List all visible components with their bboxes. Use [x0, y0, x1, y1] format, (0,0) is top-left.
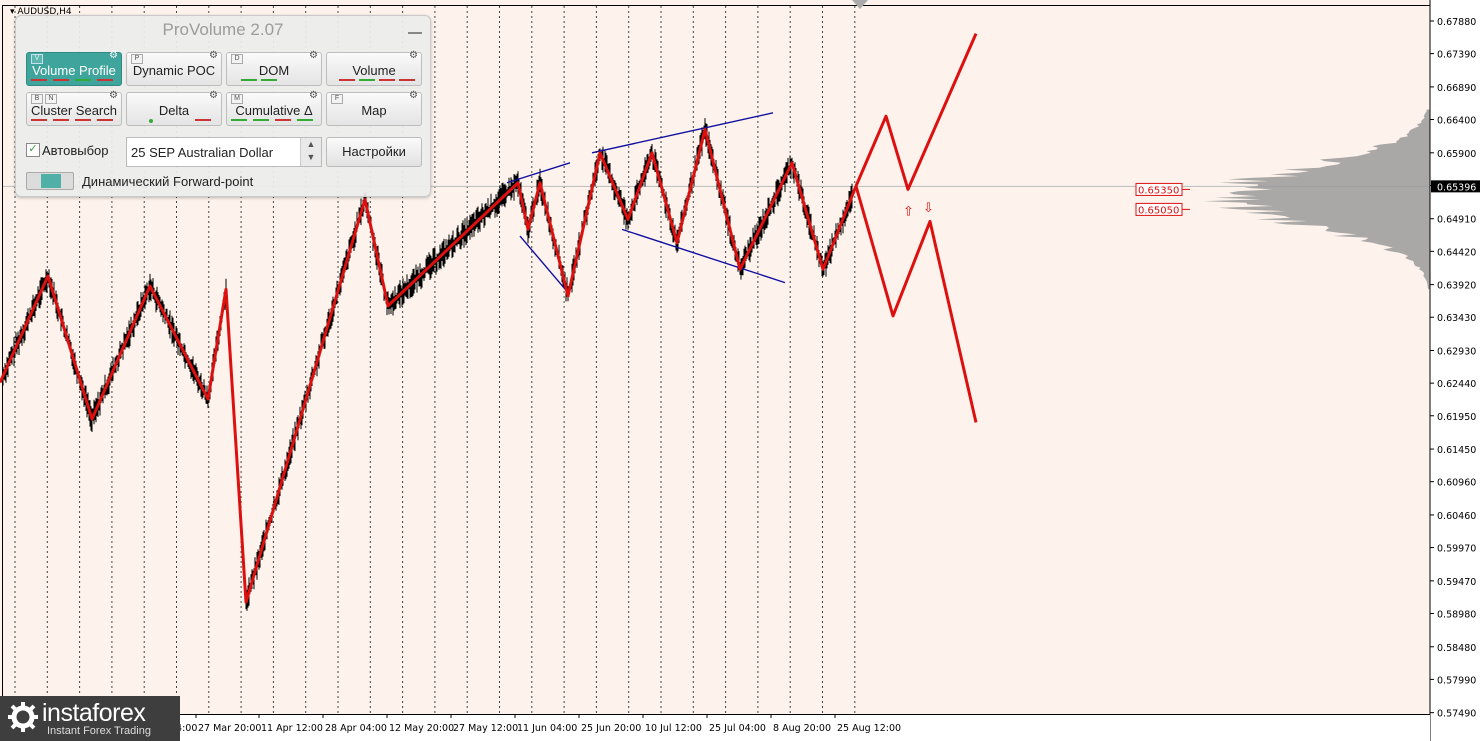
price-tick-label: 0.63920 [1437, 281, 1476, 292]
tool-cluster-search-button[interactable]: B N ⚙ Cluster Search [26, 90, 122, 126]
price-tick-label: 0.57490 [1437, 709, 1476, 720]
panel-title: ProVolume 2.07 [162, 20, 284, 39]
price-tick-label: 0.66890 [1437, 83, 1476, 94]
forward-point-toggle[interactable] [26, 172, 74, 190]
forward-point-label: Динамический Forward-point [82, 174, 254, 189]
tool-delta-button[interactable]: ⚙ Delta [126, 90, 222, 126]
auto-select-label: Автовыбор [42, 143, 109, 158]
tool-indicator-bar [131, 79, 217, 82]
price-tick-label: 0.60960 [1437, 478, 1476, 489]
tool-dynamic-poc-button[interactable]: P ⚙ Dynamic POC [126, 50, 222, 86]
logo-gear-icon [8, 702, 38, 732]
tool-indicator-bar [31, 119, 117, 122]
tool-label: Cumulative Δ [235, 103, 313, 118]
tool-volume-button[interactable]: ⚙ Volume [326, 50, 422, 86]
price-tick-label: 0.59470 [1437, 577, 1476, 588]
minimize-button[interactable] [408, 18, 422, 34]
price-tick-label: 0.62930 [1437, 347, 1476, 358]
auto-select-checkbox[interactable]: ✓ [26, 143, 40, 157]
gear-icon[interactable]: ⚙ [309, 50, 318, 61]
price-tick-label: 0.67880 [1437, 17, 1476, 28]
gear-icon[interactable]: ⚙ [209, 50, 218, 61]
time-axis: 27 Mar 20:00 11 Apr 12:00 28 Apr 04:00 12 M… [0, 714, 1430, 741]
price-axis: 0.678800.673900.668900.664000.659000.654… [1429, 0, 1480, 741]
tool-indicator-bar [231, 119, 317, 122]
instaforex-logo: instaforex Instant Forex Trading [0, 696, 180, 741]
price-tick-label: 0.61950 [1437, 412, 1476, 423]
tool-cumulative-button[interactable]: M ⚙ Cumulative Δ [226, 90, 322, 126]
time-tick-label: 25 Jul 04:00 [709, 723, 766, 734]
select-arrows-icon[interactable]: ▲ ▼ [300, 138, 321, 166]
provolume-panel[interactable]: ProVolume 2.07 V ⚙ Volume Profile P ⚙ Dynamic… [15, 15, 431, 197]
time-tick-label: 8 Aug 20:00 [773, 723, 831, 734]
price-tick-label: 0.62440 [1437, 379, 1476, 390]
gear-icon[interactable]: ⚙ [209, 90, 218, 101]
instrument-select[interactable]: 25 SEP Australian Dollar ▲ ▼ [126, 137, 322, 167]
time-tick-label: 10 Jul 12:00 [645, 723, 702, 734]
time-tick-label: 25 Jun 20:00 [581, 723, 641, 734]
price-tick-label: 0.66400 [1437, 116, 1476, 127]
tool-dom-button[interactable]: D ⚙ DOM [226, 50, 322, 86]
level-label: 0.65050 [1138, 205, 1179, 216]
tool-label: Volume [352, 63, 396, 78]
tool-label: Cluster Search [31, 103, 117, 118]
gear-icon[interactable]: ⚙ [109, 50, 118, 61]
gear-icon[interactable]: ⚙ [409, 50, 418, 61]
tool-map-button[interactable]: F ⚙ Map [326, 90, 422, 126]
price-tick-label: 0.65900 [1437, 149, 1476, 160]
tool-indicator-bar [331, 79, 417, 82]
time-tick-label: 12 May 20:00 [389, 723, 454, 734]
time-tick-label: 25 Aug 12:00 [837, 723, 901, 734]
price-tick-label: 0.60460 [1437, 511, 1476, 522]
signal-up-arrow-icon: ⇧ [903, 204, 914, 219]
price-tick-label: 0.58480 [1437, 643, 1476, 654]
price-tick-label: 0.64420 [1437, 247, 1476, 258]
tool-label: Map [361, 103, 387, 118]
tool-indicator-bar [131, 119, 217, 123]
price-tick-label: 0.61450 [1437, 445, 1476, 456]
level-label: 0.65350 [1138, 185, 1179, 196]
price-tick-label: 0.58980 [1437, 609, 1476, 620]
tool-volume-profile-button[interactable]: V ⚙ Volume Profile [26, 50, 122, 86]
price-tick-label: 0.59970 [1437, 544, 1476, 555]
tool-label: Dynamic POC [132, 63, 216, 78]
tool-label: Delta [158, 103, 190, 118]
time-tick-label: 11 Jun 04:00 [517, 723, 577, 734]
instrument-value: 25 SEP Australian Dollar [131, 145, 274, 160]
time-tick-label: 28 Apr 04:00 [325, 723, 387, 734]
price-tick-label: 0.67390 [1437, 50, 1476, 61]
current-price-label: 0.65396 [1437, 182, 1476, 193]
settings-button[interactable]: Настройки [326, 137, 422, 167]
tool-indicator-bar [331, 119, 417, 122]
tool-label: DOM [258, 63, 290, 78]
logo-name: instaforex [42, 699, 146, 727]
time-tick-label: 11 Apr 12:00 [261, 723, 323, 734]
tool-label: Volume Profile [32, 63, 116, 78]
price-tick-label: 0.57990 [1437, 675, 1476, 686]
time-tick-label: 27 May 12:00 [453, 723, 518, 734]
price-tick-label: 0.64910 [1437, 215, 1476, 226]
toggle-knob [41, 174, 61, 188]
logo-tagline: Instant Forex Trading [47, 725, 151, 737]
tool-indicator-bar [31, 79, 117, 82]
time-tick-label: 27 Mar 20:00 [198, 723, 261, 734]
gear-icon[interactable]: ⚙ [409, 90, 418, 101]
tool-indicator-bar [231, 79, 317, 82]
gear-icon[interactable]: ⚙ [309, 90, 318, 101]
price-tick-label: 0.63430 [1437, 313, 1476, 324]
signal-down-arrow-icon: ⇩ [923, 201, 934, 216]
gear-icon[interactable]: ⚙ [109, 90, 118, 101]
price-axis-background [1430, 0, 1480, 741]
